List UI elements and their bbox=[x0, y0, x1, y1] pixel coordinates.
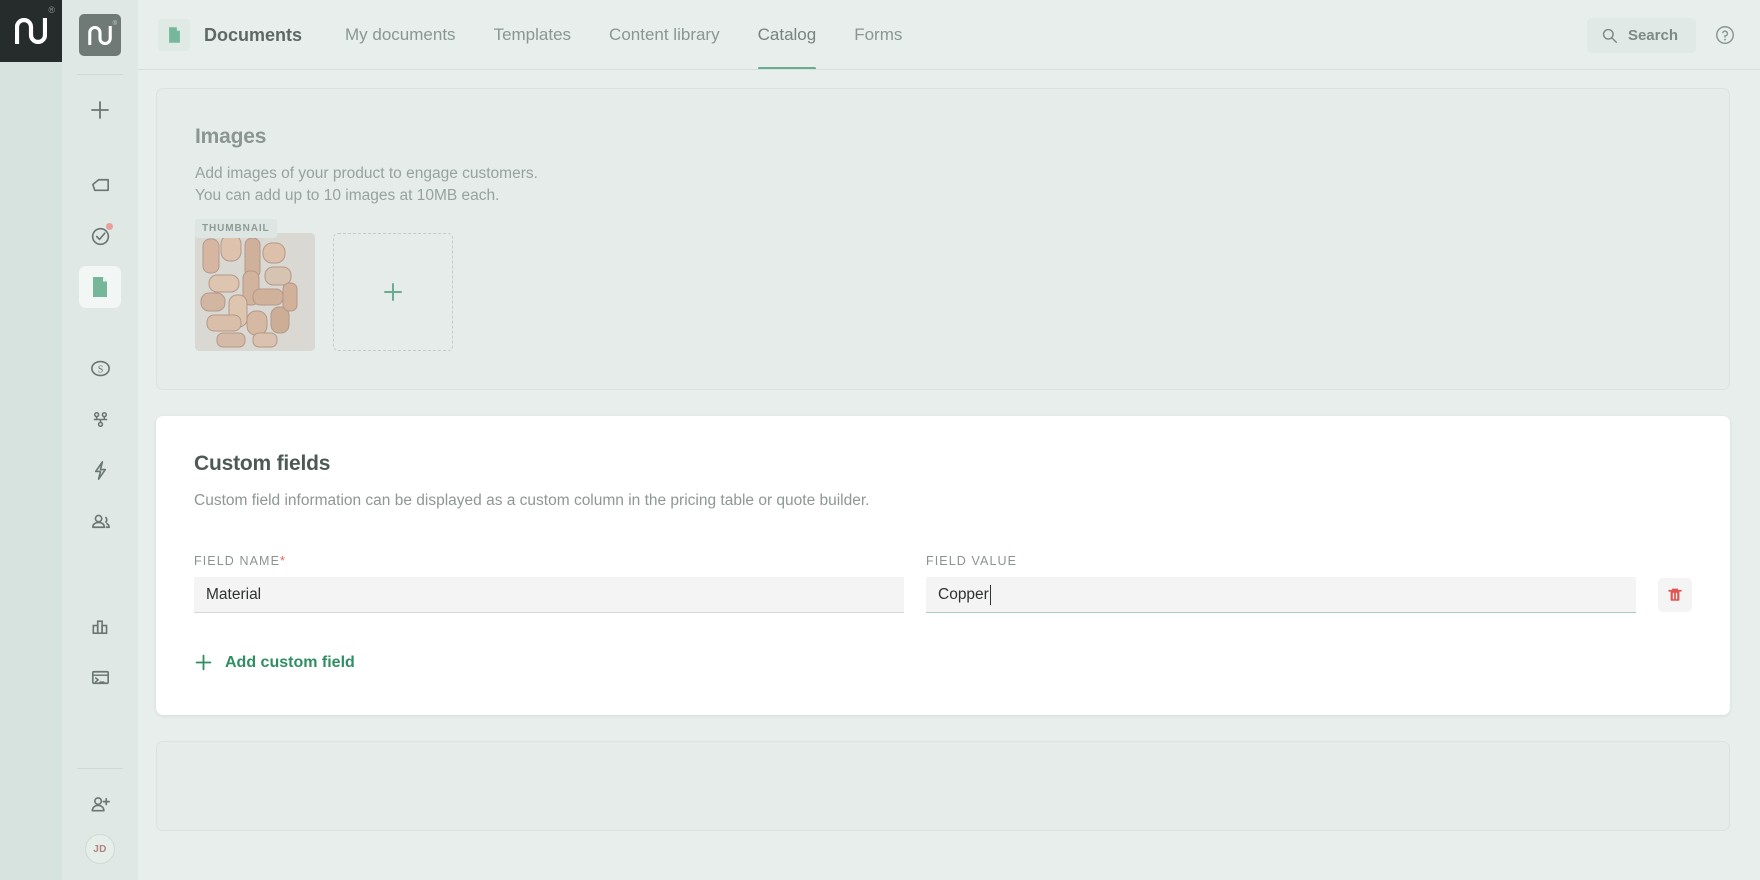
sidebar-item-deals[interactable]: S bbox=[79, 347, 121, 389]
sidebar-logo[interactable]: ® bbox=[79, 14, 121, 56]
document-icon bbox=[168, 27, 180, 43]
bar-chart-icon bbox=[91, 619, 107, 634]
field-value-label: FIELD VALUE bbox=[926, 554, 1018, 568]
tab-content-library[interactable]: Content library bbox=[590, 0, 739, 70]
images-description: Add images of your product to engage cus… bbox=[195, 163, 1691, 207]
field-name-input[interactable] bbox=[194, 577, 904, 613]
image-overlay bbox=[195, 233, 315, 351]
svg-text:S: S bbox=[97, 364, 103, 375]
search-icon bbox=[1602, 28, 1617, 43]
dollar-circle-icon: S bbox=[90, 360, 110, 376]
tab-catalog[interactable]: Catalog bbox=[739, 0, 836, 70]
images-list: THUMBNAIL bbox=[195, 219, 1691, 351]
tasks-notification-dot bbox=[105, 222, 114, 231]
sidebar-bottom-group: JD bbox=[77, 764, 123, 880]
field-value-input[interactable] bbox=[926, 577, 1636, 613]
primary-nav: Documents My documents Templates Content… bbox=[204, 0, 921, 70]
terminal-icon bbox=[91, 670, 109, 684]
trash-icon bbox=[1668, 588, 1682, 601]
page-content: Images Add images of your product to eng… bbox=[138, 70, 1760, 880]
document-icon bbox=[93, 277, 107, 297]
plus-icon bbox=[91, 101, 109, 119]
field-name-group: FIELD NAME* bbox=[194, 554, 904, 613]
add-custom-field-button[interactable]: Add custom field bbox=[194, 653, 355, 672]
add-custom-field-label: Add custom field bbox=[225, 653, 355, 671]
search-button-label: Search bbox=[1627, 26, 1678, 44]
help-button[interactable] bbox=[1714, 24, 1736, 46]
custom-fields-body: Custom fields Custom field information c… bbox=[156, 416, 1730, 715]
home-tag-icon bbox=[91, 178, 109, 191]
nav-brand-documents[interactable]: Documents bbox=[204, 0, 326, 70]
sidebar-item-contacts[interactable] bbox=[79, 500, 121, 542]
sidebar-item-home[interactable] bbox=[79, 164, 121, 206]
sidebar-item-invite[interactable] bbox=[79, 783, 121, 825]
sidebar-divider bbox=[77, 768, 123, 769]
sidebar-item-documents[interactable] bbox=[79, 266, 121, 308]
main-area: Documents My documents Templates Content… bbox=[138, 0, 1760, 880]
pandadoc-logo-corner[interactable]: ® bbox=[0, 0, 62, 62]
registered-mark: ® bbox=[112, 21, 117, 27]
tab-templates[interactable]: Templates bbox=[475, 0, 590, 70]
custom-fields-card: Custom fields Custom field information c… bbox=[156, 416, 1730, 715]
field-name-label-text: FIELD NAME bbox=[194, 554, 281, 568]
images-description-line2: You can add up to 10 images at 10MB each… bbox=[195, 187, 500, 204]
field-value-group: FIELD VALUE bbox=[926, 554, 1636, 613]
help-circle-icon bbox=[1716, 26, 1734, 44]
sidebar-rail: ® S JD bbox=[62, 0, 138, 880]
user-plus-icon bbox=[91, 796, 110, 812]
top-header: Documents My documents Templates Content… bbox=[138, 0, 1760, 70]
tab-forms[interactable]: Forms bbox=[835, 0, 921, 70]
sidebar-item-workflows[interactable] bbox=[79, 398, 121, 440]
images-card: Images Add images of your product to eng… bbox=[156, 88, 1730, 390]
tab-my-documents[interactable]: My documents bbox=[326, 0, 475, 70]
field-value-holder bbox=[926, 577, 1636, 613]
custom-field-row: FIELD NAME* FIELD VALUE bbox=[194, 554, 1692, 613]
search-button[interactable]: Search bbox=[1586, 17, 1696, 53]
images-description-line1: Add images of your product to engage cus… bbox=[195, 165, 538, 182]
custom-fields-description: Custom field information can be displaye… bbox=[194, 492, 870, 509]
images-title: Images bbox=[195, 125, 267, 148]
custom-fields-title: Custom fields bbox=[194, 452, 331, 475]
add-image-button[interactable] bbox=[333, 233, 453, 351]
product-image bbox=[195, 233, 315, 351]
header-app-icon bbox=[158, 19, 190, 51]
sidebar-item-automations[interactable] bbox=[79, 449, 121, 491]
plus-icon bbox=[384, 283, 402, 301]
text-cursor bbox=[990, 585, 991, 605]
workflow-icon bbox=[93, 411, 107, 427]
sidebar-item-create-new[interactable] bbox=[79, 89, 121, 131]
sidebar-item-tasks[interactable] bbox=[79, 215, 121, 257]
lightning-icon bbox=[94, 460, 106, 480]
images-card-body: Images Add images of your product to eng… bbox=[157, 89, 1729, 389]
registered-mark: ® bbox=[48, 5, 55, 15]
sidebar-item-reports[interactable] bbox=[79, 605, 121, 647]
contacts-icon bbox=[91, 514, 110, 528]
sidebar-item-api[interactable] bbox=[79, 656, 121, 698]
avatar[interactable]: JD bbox=[85, 834, 115, 864]
thumbnail-badge: THUMBNAIL bbox=[195, 219, 277, 238]
next-section-card bbox=[156, 741, 1730, 831]
delete-custom-field-button[interactable] bbox=[1658, 578, 1692, 612]
required-marker: * bbox=[280, 554, 286, 568]
sidebar-divider bbox=[77, 74, 123, 75]
pandadoc-logo-icon bbox=[88, 25, 112, 45]
app-root: ® ® S JD Documents My documents Template… bbox=[0, 0, 1760, 880]
header-actions: Search bbox=[1586, 17, 1736, 53]
pandadoc-logo-icon bbox=[15, 18, 47, 44]
plus-icon bbox=[195, 654, 212, 671]
thumbnail-item[interactable]: THUMBNAIL bbox=[195, 219, 315, 351]
field-name-label: FIELD NAME* bbox=[194, 554, 904, 568]
